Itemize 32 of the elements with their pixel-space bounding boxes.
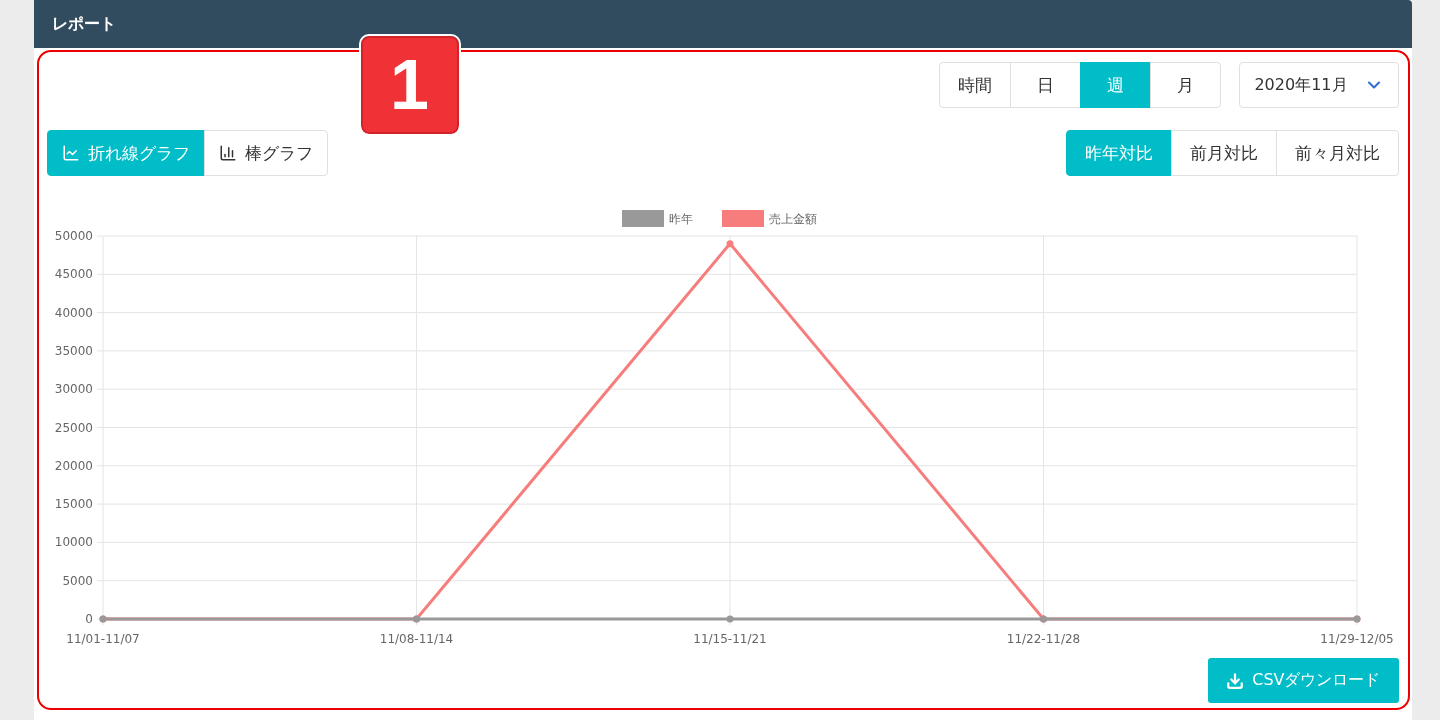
y-tick-label: 50000 xyxy=(54,229,93,243)
y-tick-label: 20000 xyxy=(54,458,93,473)
period-tab[interactable]: 時間 xyxy=(939,62,1012,108)
download-icon xyxy=(1226,671,1245,690)
y-tick-label: 10000 xyxy=(54,535,93,550)
panel-header: レポート xyxy=(33,0,1412,48)
comparison-tab[interactable]: 前々月対比 xyxy=(1275,130,1399,176)
x-tick-label: 11/15-11/21 xyxy=(692,632,767,646)
line-chart-icon xyxy=(61,144,80,162)
x-tick-label: 11/01-11/07 xyxy=(65,632,140,646)
legend-label: 昨年 xyxy=(668,212,693,226)
x-tick-label: 11/29-12/05 xyxy=(1319,632,1394,646)
y-tick-label: 5000 xyxy=(61,573,93,588)
y-tick-label: 15000 xyxy=(54,497,93,512)
annotation-badge: 1 xyxy=(360,36,459,134)
month-select[interactable]: 2020年11月 xyxy=(1239,62,1399,108)
y-tick-label: 40000 xyxy=(54,305,93,320)
legend-label: 売上金額 xyxy=(768,212,817,226)
bar-chart-icon xyxy=(218,144,237,162)
data-point xyxy=(726,240,733,248)
y-tick-label: 0 xyxy=(84,612,93,626)
y-tick-label: 30000 xyxy=(54,382,93,397)
y-tick-label: 25000 xyxy=(54,420,93,435)
comparison-tab[interactable]: 前月対比 xyxy=(1170,130,1277,176)
period-tab[interactable]: 月 xyxy=(1150,62,1222,108)
chart-type-tab[interactable]: 棒グラフ xyxy=(203,130,328,176)
x-tick-label: 11/22-11/28 xyxy=(1006,632,1080,646)
data-point xyxy=(726,615,733,623)
x-tick-label: 11/08-11/14 xyxy=(379,632,453,646)
y-tick-label: 45000 xyxy=(54,267,93,282)
y-tick-label: 35000 xyxy=(54,343,93,358)
period-tab[interactable]: 日 xyxy=(1010,62,1082,108)
